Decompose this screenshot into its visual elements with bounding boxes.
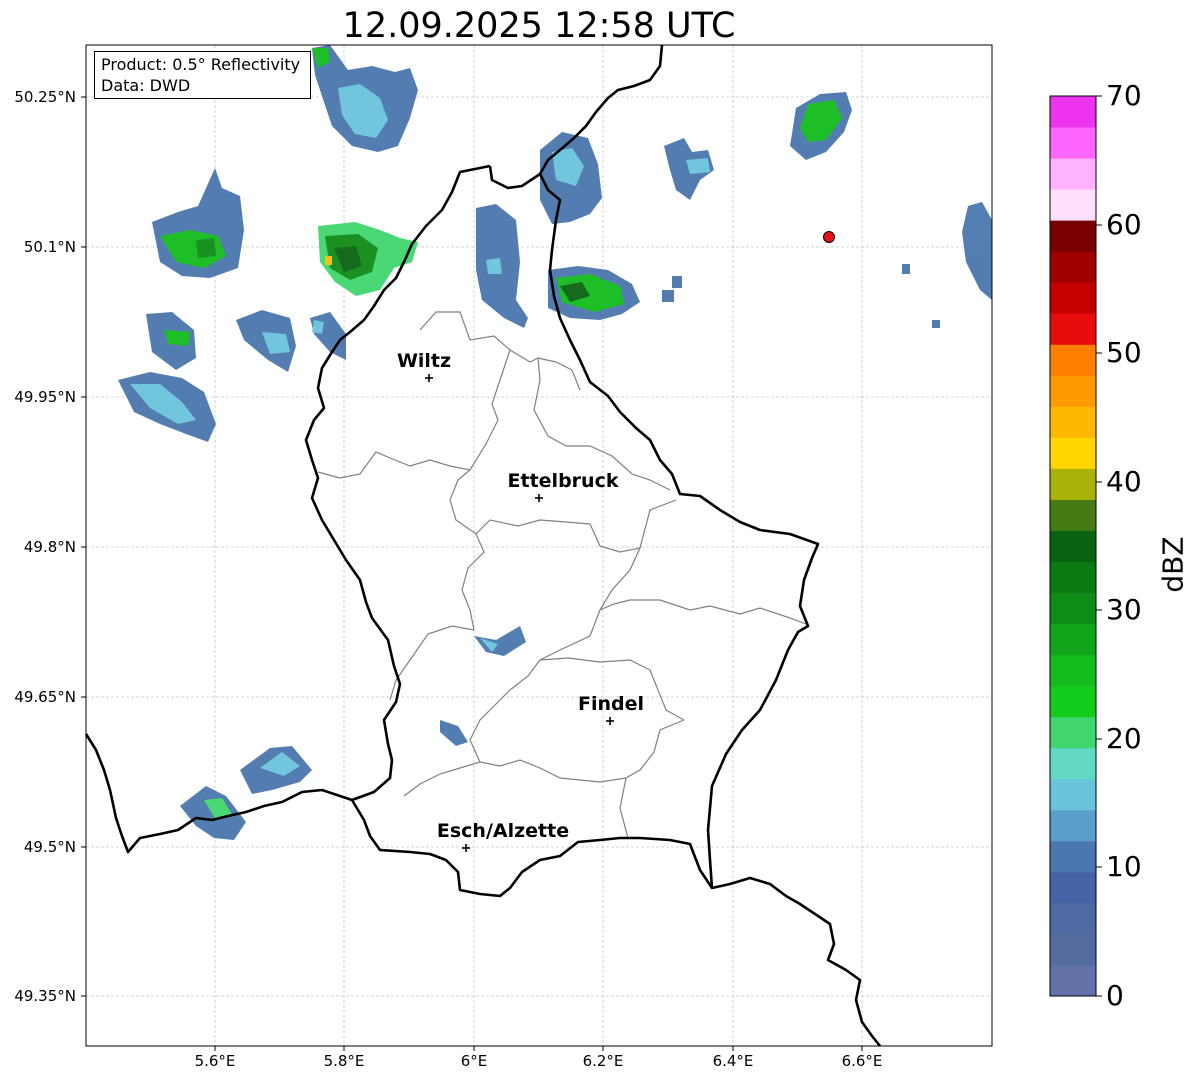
colorbar-segment — [1050, 251, 1096, 283]
colorbar-segment — [1050, 592, 1096, 625]
colorbar-tick-label: 60 — [1106, 208, 1142, 241]
colorbar — [1050, 96, 1096, 997]
echo-cell — [932, 320, 940, 328]
product-info-box: Product: 0.5° Reflectivity Data: DWD — [94, 51, 311, 99]
lon-tick-label: 5.6°E — [194, 1052, 236, 1070]
colorbar-tick-label: 0 — [1106, 979, 1124, 1012]
lon-tick-label: 5.8°E — [323, 1052, 365, 1070]
colorbar-segment — [1050, 840, 1096, 873]
lat-tick-label: 49.95°N — [14, 388, 76, 406]
colorbar-tick-label: 70 — [1106, 79, 1142, 112]
echo-cell — [672, 276, 682, 288]
lat-tick-label: 50.25°N — [14, 88, 76, 106]
colorbar-segment — [1050, 964, 1096, 997]
lon-tick-label: 6.6°E — [841, 1052, 883, 1070]
echo-cell — [662, 290, 674, 302]
city-label-esch: Esch/Alzette — [436, 820, 570, 842]
colorbar-tick-label: 20 — [1106, 722, 1142, 755]
colorbar-tick-label: 40 — [1106, 465, 1142, 498]
colorbar-label: dBZ — [1156, 536, 1184, 593]
colorbar-segment — [1050, 282, 1096, 314]
echo-cell — [312, 320, 324, 334]
lon-tick-label: 6.4°E — [712, 1052, 754, 1070]
colorbar-segment — [1050, 375, 1096, 407]
colorbar-segment — [1050, 406, 1096, 438]
lat-tick-label: 49.35°N — [14, 987, 76, 1005]
colorbar-segment — [1050, 313, 1096, 345]
colorbar-segment — [1050, 530, 1096, 563]
colorbar-segment — [1050, 437, 1096, 469]
city-label-ettelbruck: Ettelbruck — [507, 470, 619, 492]
colorbar-segment — [1050, 685, 1096, 718]
echo-cell — [164, 330, 190, 346]
colorbar-segment — [1050, 468, 1096, 500]
colorbar-segment — [1050, 96, 1096, 128]
echo-cell — [196, 238, 216, 258]
colorbar-segment — [1050, 220, 1096, 252]
radar-site-marker — [823, 231, 835, 243]
colorbar-segment — [1050, 499, 1096, 531]
colorbar-segment — [1050, 933, 1096, 966]
colorbar-segment — [1050, 344, 1096, 376]
colorbar-segment — [1050, 561, 1096, 594]
colorbar-tick-label: 50 — [1106, 336, 1142, 369]
radar-map — [81, 44, 1102, 1051]
echo-cell — [486, 258, 502, 274]
colorbar-segment — [1050, 809, 1096, 842]
lat-tick-label: 49.5°N — [23, 838, 76, 856]
lat-tick-label: 49.65°N — [14, 688, 76, 706]
colorbar-segment — [1050, 158, 1096, 190]
lon-tick-label: 6.2°E — [582, 1052, 624, 1070]
product-label: Product: 0.5° Reflectivity — [101, 55, 301, 74]
colorbar-segment — [1050, 716, 1096, 749]
colorbar-segment — [1050, 871, 1096, 904]
lat-tick-label: 50.1°N — [23, 238, 76, 256]
lat-tick-label: 49.8°N — [23, 538, 76, 556]
colorbar-tick-label: 10 — [1106, 850, 1142, 883]
colorbar-segment — [1050, 654, 1096, 687]
lon-tick-label: 6°E — [460, 1052, 488, 1070]
colorbar-segment — [1050, 902, 1096, 935]
echo-cell — [902, 264, 910, 274]
colorbar-segment — [1050, 127, 1096, 159]
colorbar-segment — [1050, 747, 1096, 780]
city-label-findel: Findel — [577, 693, 645, 715]
echo-cell — [325, 256, 332, 265]
city-label-wiltz: Wiltz — [396, 350, 452, 372]
colorbar-segment — [1050, 623, 1096, 656]
colorbar-tick-label: 30 — [1106, 593, 1142, 626]
echo-cell — [686, 158, 710, 174]
colorbar-segment — [1050, 778, 1096, 811]
data-source-label: Data: DWD — [101, 76, 191, 95]
colorbar-segment — [1050, 189, 1096, 221]
